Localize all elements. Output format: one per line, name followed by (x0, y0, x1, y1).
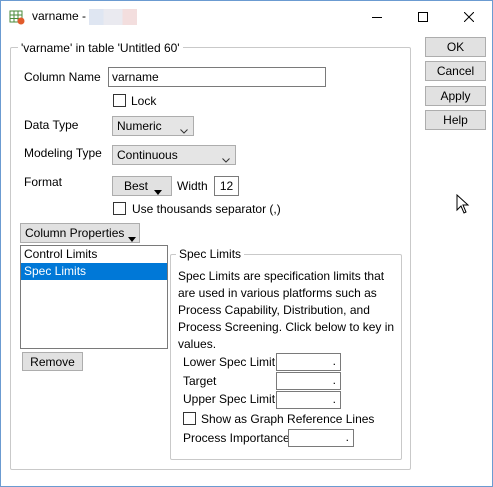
upper-spec-limit-input[interactable]: . (276, 391, 341, 409)
minimize-icon (372, 12, 382, 22)
thousands-separator-label: Use thousands separator (,) (132, 202, 281, 216)
redacted-title-part (89, 9, 137, 25)
data-type-select[interactable]: Numeric (112, 116, 194, 136)
caret-down-icon (128, 231, 136, 245)
column-name-label: Column Name (24, 70, 101, 84)
help-label: Help (443, 113, 468, 127)
upper-spec-limit-label: Upper Spec Limit (183, 392, 276, 406)
format-label: Format (24, 175, 63, 189)
lower-spec-limit-input[interactable]: . (276, 353, 341, 371)
reference-lines-label: Show as Graph Reference Lines (201, 412, 375, 426)
jmp-table-icon (9, 9, 25, 25)
width-label: Width (177, 179, 208, 193)
maximize-icon (418, 11, 428, 22)
window-title: varname - (32, 9, 87, 23)
ok-label: OK (446, 40, 465, 54)
list-item[interactable]: Spec Limits (21, 263, 167, 280)
target-input[interactable]: . (276, 372, 341, 390)
close-icon (464, 11, 474, 22)
data-type-value: Numeric (117, 119, 162, 133)
lock-checkbox[interactable] (113, 94, 126, 107)
modeling-type-value: Continuous (117, 148, 178, 162)
list-item[interactable]: Control Limits (21, 246, 167, 263)
dialog-window: varname - 'varname' in table 'Untitled 6… (0, 0, 493, 487)
help-button[interactable]: Help (425, 110, 486, 130)
remove-label: Remove (30, 354, 75, 369)
process-importance-label: Process Importance (183, 431, 290, 445)
reference-lines-checkbox[interactable] (183, 412, 196, 425)
column-properties-label: Column Properties (25, 226, 125, 240)
cancel-button[interactable]: Cancel (425, 61, 486, 81)
group-legend: 'varname' in table 'Untitled 60' (18, 41, 183, 55)
chevron-down-icon (222, 152, 230, 166)
width-input[interactable]: 12 (214, 176, 239, 196)
format-value: Best (124, 179, 149, 193)
spec-limits-legend: Spec Limits (176, 247, 245, 261)
data-type-label: Data Type (24, 118, 79, 132)
process-importance-input[interactable]: . (288, 429, 354, 447)
column-properties-button[interactable]: Column Properties (20, 223, 140, 243)
chevron-down-icon (180, 123, 188, 137)
maximize-button[interactable] (400, 1, 446, 32)
apply-button[interactable]: Apply (425, 86, 486, 106)
modeling-type-select[interactable]: Continuous (112, 145, 236, 165)
ok-button[interactable]: OK (425, 37, 486, 57)
spec-limits-description: Spec Limits are specification limits tha… (178, 269, 395, 351)
minimize-button[interactable] (354, 1, 400, 32)
column-properties-list[interactable]: Control Limits Spec Limits (20, 245, 168, 349)
lock-label: Lock (131, 94, 157, 108)
cancel-label: Cancel (436, 64, 475, 78)
format-button[interactable]: Best (112, 176, 172, 196)
modeling-type-label: Modeling Type (24, 146, 102, 160)
thousands-separator-checkbox[interactable] (113, 202, 126, 215)
mouse-pointer-icon (456, 193, 470, 217)
title-bar[interactable]: varname - (1, 1, 492, 32)
caret-down-icon (154, 184, 162, 198)
column-name-input[interactable]: varname (108, 67, 326, 87)
dialog-content: 'varname' in table 'Untitled 60' Column … (1, 32, 492, 486)
lower-spec-limit-label: Lower Spec Limit (183, 355, 276, 369)
apply-label: Apply (440, 89, 471, 103)
target-label: Target (183, 374, 217, 388)
remove-button[interactable]: Remove (22, 352, 83, 371)
close-button[interactable] (446, 1, 492, 32)
